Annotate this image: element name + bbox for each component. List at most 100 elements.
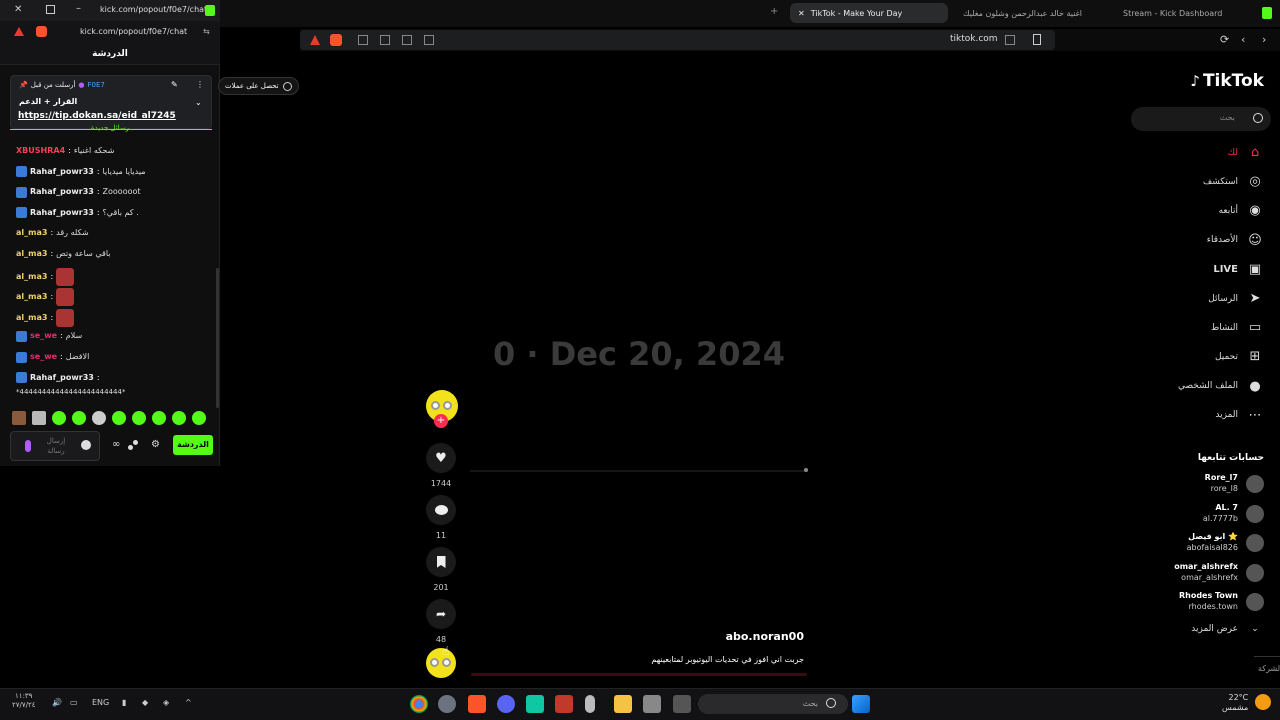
chat-username[interactable]: al_ma3 (16, 226, 47, 240)
chat-address-bar[interactable]: kick.com/popout/f0e7/chat ⇆ (0, 21, 220, 43)
emote-4[interactable] (72, 411, 86, 425)
video-bottom-progress[interactable] (471, 673, 807, 676)
chevron-up-icon[interactable]: ^ (185, 698, 192, 707)
forward-icon[interactable]: › (1262, 33, 1266, 46)
followed-account[interactable]: Rore_l7 rore_l8 (1205, 472, 1238, 494)
minimize-icon[interactable]: – (76, 3, 81, 14)
avatar[interactable] (1246, 534, 1264, 552)
followed-account[interactable]: omar_alshrefx omar_alshrefx (1174, 561, 1238, 583)
draw-icon[interactable] (424, 35, 434, 45)
screenshot-icon[interactable] (402, 35, 412, 45)
address-bar[interactable]: tiktok.com (300, 30, 1055, 50)
new-tab-button[interactable]: + (770, 6, 778, 17)
chat-username[interactable]: Rahaf_powr33 (30, 206, 94, 220)
windows-start-icon[interactable] (852, 695, 870, 713)
chat-username[interactable]: al_ma3 (16, 290, 47, 304)
kick-icon[interactable] (1262, 7, 1272, 19)
speaker-icon[interactable]: 🔊 (52, 698, 62, 707)
emote-10[interactable] (192, 411, 206, 425)
tiktok-search[interactable]: بحث (1131, 107, 1271, 131)
company-link[interactable]: الشركة (1258, 664, 1280, 673)
chat-username[interactable]: Rahaf_powr33 (30, 165, 94, 179)
video-author[interactable]: abo.noran00 (600, 630, 804, 643)
mic-icon[interactable] (25, 440, 31, 452)
tab-tiktok[interactable]: ✕ TikTok - Make Your Day (790, 3, 948, 23)
show-more-button[interactable]: عرض المزيد ⌄ (1191, 624, 1264, 634)
users-icon[interactable] (128, 440, 138, 450)
emote-8[interactable] (152, 411, 166, 425)
emote-6[interactable] (112, 411, 126, 425)
settings-app-icon[interactable] (438, 695, 456, 713)
maximize-icon[interactable] (46, 5, 55, 14)
music-disc-avatar[interactable] (426, 648, 456, 678)
gear-icon[interactable]: ⚙ (151, 439, 160, 450)
chat-username[interactable]: al_ma3 (16, 270, 47, 284)
followed-account[interactable]: AL. 7 al.7777b (1203, 502, 1238, 524)
like-action[interactable]: ♥ 1744 (426, 443, 456, 488)
followed-account[interactable]: ابو فيصل ⭐ abofaisal826 (1187, 531, 1238, 553)
app-tray-icon[interactable]: ◈ (163, 698, 169, 707)
save-action[interactable]: 201 (426, 547, 456, 592)
followed-account[interactable]: Rhodes Town rhodes.town (1179, 590, 1238, 612)
mouse-app-icon[interactable] (585, 695, 595, 713)
mic-tray-icon[interactable]: ▮ (122, 698, 126, 707)
nav-item[interactable]: لك ⌂ (1228, 145, 1264, 160)
avatar[interactable] (1246, 504, 1264, 523)
chat-username[interactable]: se_we (30, 329, 57, 343)
chat-send-button[interactable]: الدردشة (173, 435, 213, 455)
brave-shield-icon[interactable] (36, 26, 47, 37)
search-icon[interactable] (1253, 113, 1263, 123)
emote-2[interactable] (32, 411, 46, 425)
nav-item[interactable]: الأصدقاء ☺ (1207, 233, 1264, 248)
bookmark-icon[interactable] (426, 547, 456, 577)
avatar[interactable] (1246, 593, 1264, 611)
language-indicator[interactable]: ENG (92, 698, 109, 707)
reload-icon[interactable]: ⟳ (1220, 33, 1229, 46)
pinned-message[interactable]: 📌 أرسلت من قبل ● F0E7 ✎ ⋮ القرار + الدعم… (10, 75, 212, 129)
avatar[interactable] (1246, 475, 1264, 493)
infinity-icon[interactable]: ∞ (112, 439, 120, 450)
chat-username[interactable]: Rahaf_powr33 (30, 185, 94, 199)
chrome-icon[interactable] (410, 695, 428, 713)
close-window-icon[interactable]: ✕ (14, 4, 22, 15)
chevron-down-icon[interactable]: ⌄ (195, 98, 202, 107)
share-action[interactable]: ➦ 48 (426, 599, 456, 644)
nav-item[interactable]: المزيد ⋯ (1215, 408, 1264, 423)
follow-plus-icon[interactable]: + (434, 414, 448, 428)
tiktok-logo[interactable]: ♪ TikTok (1190, 71, 1264, 91)
tab-song[interactable]: اغنية خالد عبدالرحمن وشلون مغليك (955, 3, 1110, 23)
emoji-icon[interactable] (81, 440, 91, 450)
close-icon[interactable]: ✕ (798, 9, 805, 18)
nav-item[interactable]: النشاط ▭ (1211, 320, 1264, 335)
heart-icon[interactable]: ♥ (426, 443, 456, 473)
crop-icon[interactable] (380, 35, 390, 45)
store-icon[interactable] (643, 695, 661, 713)
more-options-icon[interactable]: ⋮ (196, 80, 204, 89)
avatar[interactable] (1246, 563, 1264, 582)
brave-rewards-icon[interactable] (14, 27, 24, 36)
video-progress-dot[interactable] (804, 468, 808, 472)
unpin-icon[interactable]: ✎ (171, 80, 178, 89)
translate-icon[interactable] (1005, 35, 1015, 45)
chat-input[interactable]: إرسال رسالة (10, 431, 100, 461)
share-icon[interactable]: ➦ (426, 599, 456, 629)
brave-rewards-icon[interactable] (310, 35, 320, 45)
steam-tray-icon[interactable]: ◆ (142, 698, 148, 707)
emote-9[interactable] (172, 411, 186, 425)
chat-username[interactable]: al_ma3 (16, 311, 47, 325)
coins-pill[interactable]: تحصل على عملات (218, 77, 299, 95)
weather-widget[interactable]: 22°C مشمس (1222, 693, 1248, 713)
task-view-icon[interactable] (673, 695, 691, 713)
nav-item[interactable]: LIVE ▣ (1213, 262, 1264, 277)
comment-action[interactable]: 11 (426, 495, 456, 540)
nav-item[interactable]: أتابعه ◉ (1219, 203, 1264, 218)
bookmark-icon[interactable] (1033, 34, 1041, 45)
url-text[interactable]: tiktok.com (950, 34, 998, 44)
chat-username[interactable]: se_we (30, 350, 57, 364)
emote-7[interactable] (132, 411, 146, 425)
nav-item[interactable]: الملف الشخصي ● (1178, 379, 1264, 394)
nav-item[interactable]: استكشف ◎ (1203, 174, 1264, 189)
app-icon[interactable] (526, 695, 544, 713)
nav-item[interactable]: تحميل ⊞ (1215, 349, 1264, 364)
bookmark-tool-icon[interactable] (358, 35, 368, 45)
